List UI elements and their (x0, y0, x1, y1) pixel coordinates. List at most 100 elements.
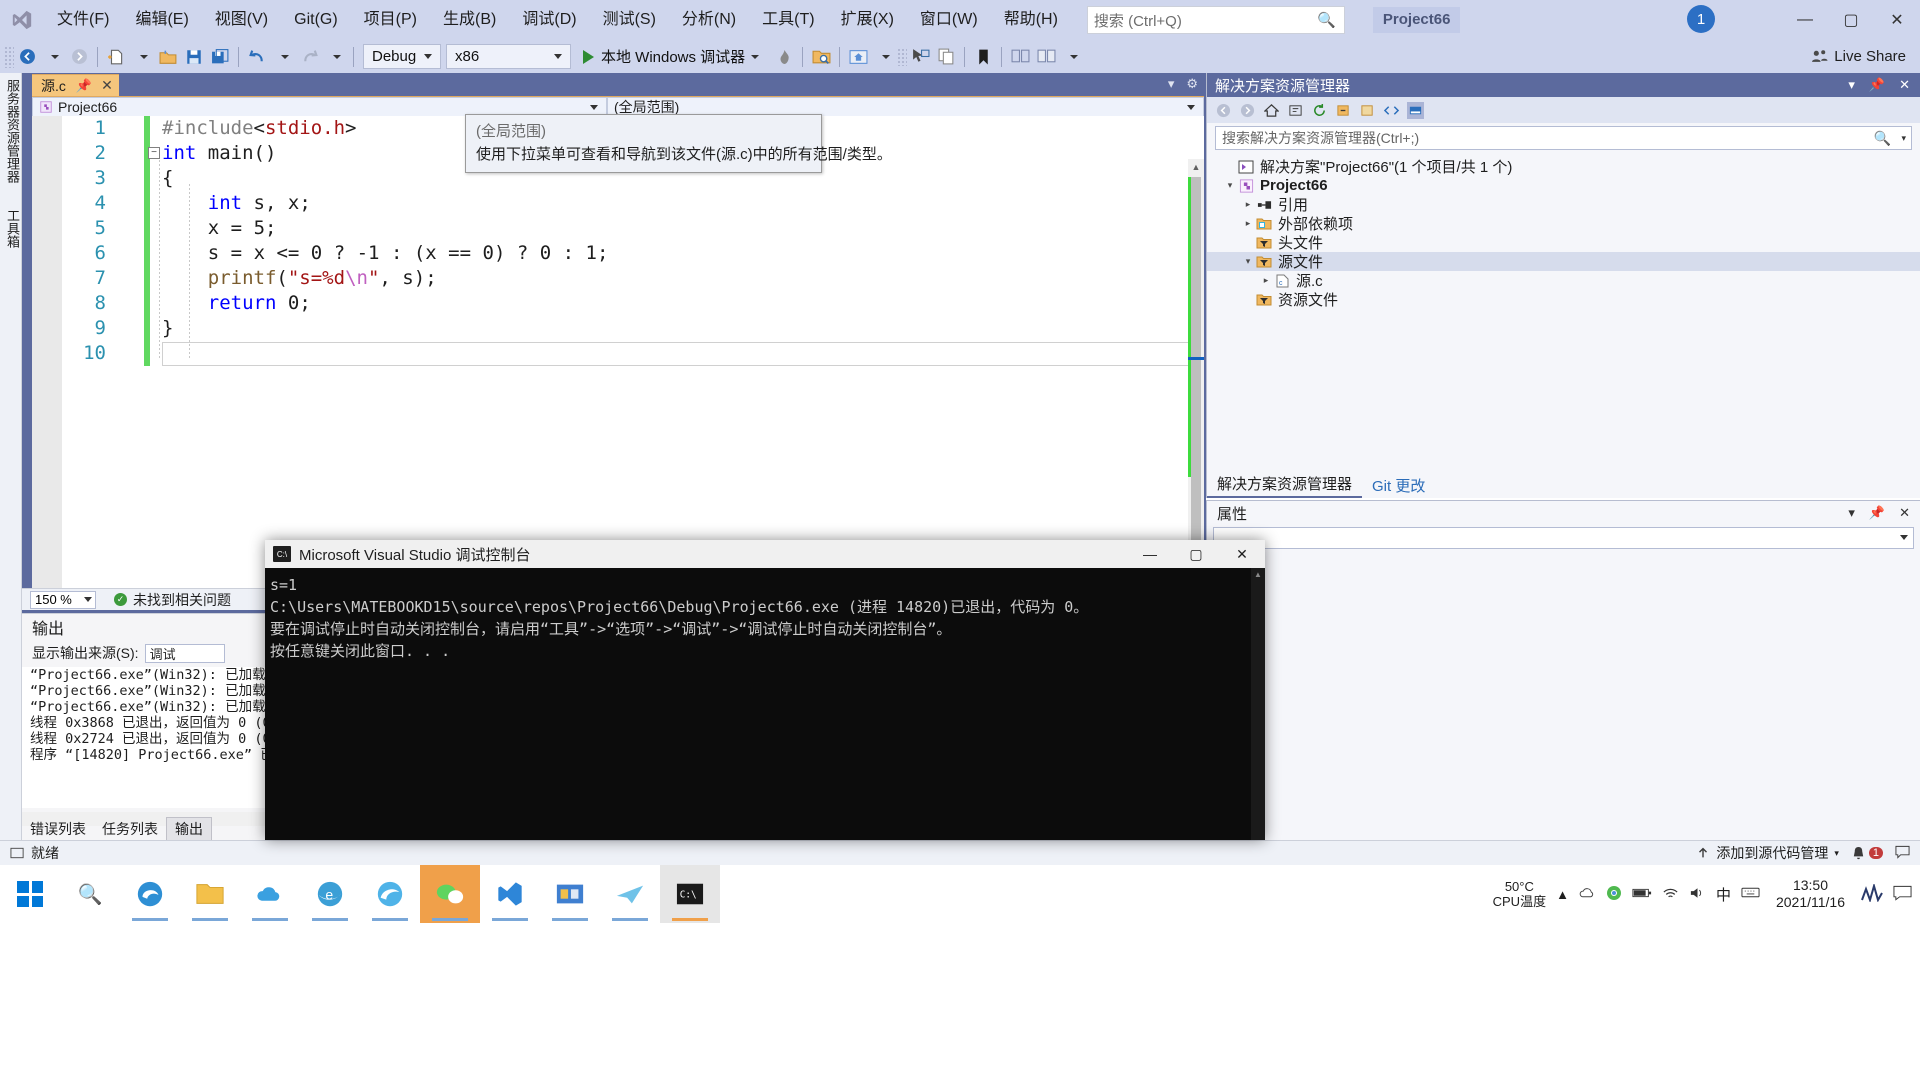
properties-pin-icon[interactable]: 📌 (1869, 505, 1885, 521)
chevron-down-icon-src[interactable]: ▾ (1834, 848, 1839, 859)
close-button[interactable]: ✕ (1874, 0, 1920, 40)
taskbar-app-internet-explorer[interactable]: e (300, 865, 360, 923)
undo-dropdown-icon[interactable] (270, 44, 296, 70)
save-all-icon[interactable] (207, 44, 233, 70)
menu-debug[interactable]: 调试(D) (509, 0, 589, 40)
home-page-icon[interactable] (845, 44, 871, 70)
minimize-button[interactable]: — (1782, 0, 1828, 40)
maximize-button[interactable]: ▢ (1828, 0, 1874, 40)
menu-window[interactable]: 窗口(W) (907, 0, 991, 40)
tab-list-dropdown-icon[interactable]: ▾ (1168, 76, 1175, 92)
tab-solution-explorer[interactable]: 解决方案资源管理器 (1207, 471, 1363, 498)
menu-test[interactable]: 测试(S) (590, 0, 669, 40)
taskbar-app-onedrive[interactable] (240, 865, 300, 923)
solution-configuration-combo[interactable]: Debug (363, 44, 441, 69)
tab-error-list[interactable]: 错误列表 (22, 818, 94, 840)
tree-arrow-collapsed-2[interactable]: ▸ (1241, 218, 1255, 229)
solution-platform-combo[interactable]: x86 (446, 44, 571, 69)
collapse-all-icon[interactable] (1335, 102, 1352, 119)
new-file-dropdown-icon[interactable] (129, 44, 155, 70)
menu-extensions[interactable]: 扩展(X) (828, 0, 907, 40)
taskbar-app-edge-legacy[interactable] (120, 865, 180, 923)
navigate-back-dropdown-icon[interactable] (40, 44, 66, 70)
menu-file[interactable]: 文件(F) (44, 0, 122, 40)
status-notifications[interactable]: 1 (1851, 846, 1883, 861)
tab-task-list[interactable]: 任务列表 (94, 818, 166, 840)
copy-reference-icon[interactable] (933, 44, 959, 70)
cpu-temperature-widget[interactable]: 50°C CPU温度 (1493, 879, 1546, 909)
output-source-combo[interactable]: 调试 (144, 643, 225, 663)
editor-vertical-scrollbar[interactable]: ▲ (1188, 159, 1204, 606)
menu-view[interactable]: 视图(V) (202, 0, 281, 40)
tree-row-solution[interactable]: 解决方案"Project66"(1 个项目/共 1 个) (1207, 157, 1920, 176)
menu-help[interactable]: 帮助(H) (991, 0, 1071, 40)
taskbar-app-wechat[interactable] (420, 865, 480, 923)
tree-arrow-collapsed[interactable]: ▸ (1241, 199, 1255, 210)
refresh-icon[interactable] (1311, 102, 1328, 119)
quick-search-input[interactable]: 搜索 (Ctrl+Q) 🔍 (1086, 6, 1345, 34)
select-pointer-icon[interactable] (907, 44, 933, 70)
properties-dropdown-icon[interactable]: ▾ (1848, 505, 1855, 521)
properties-window-icon[interactable] (1407, 101, 1424, 119)
tab-output[interactable]: 输出 (166, 817, 212, 840)
console-scroll-up-icon[interactable]: ▲ (1251, 568, 1265, 582)
new-file-icon[interactable] (103, 44, 129, 70)
collapse-region-icon[interactable]: − (148, 147, 160, 159)
open-file-icon[interactable] (155, 44, 181, 70)
status-feedback-icon[interactable] (1895, 845, 1910, 862)
console-scrollbar[interactable]: ▲ (1251, 568, 1265, 840)
tree-row-external-deps[interactable]: ▸ 外部依赖项 (1207, 214, 1920, 233)
tree-arrow-expanded[interactable]: ▾ (1223, 180, 1237, 191)
solution-name-chip[interactable]: Project66 (1372, 7, 1461, 33)
action-center-icon[interactable] (1893, 885, 1912, 904)
uncomment-block-icon[interactable] (1033, 44, 1059, 70)
pending-changes-icon[interactable] (1287, 102, 1304, 119)
properties-close-icon[interactable]: ✕ (1899, 505, 1910, 521)
toolbar-overflow-icon[interactable] (1059, 44, 1085, 70)
toolbar-grip-2[interactable] (897, 47, 908, 66)
tree-arrow-collapsed-3[interactable]: ▸ (1259, 275, 1273, 286)
taskbar-app-console[interactable]: C:\ (660, 865, 720, 923)
view-code-icon[interactable] (1383, 102, 1400, 119)
menu-git[interactable]: Git(G) (281, 0, 351, 40)
forward-icon[interactable] (1239, 102, 1256, 119)
tray-keyboard-icon[interactable] (1741, 886, 1760, 902)
taskbar-app-explorer[interactable] (180, 865, 240, 923)
dock-settings-gear-icon[interactable]: ⚙ (1186, 76, 1198, 92)
tree-row-references[interactable]: ▸ 引用 (1207, 195, 1920, 214)
save-icon[interactable] (181, 44, 207, 70)
tray-battery-icon[interactable] (1632, 887, 1652, 902)
tray-wifi-icon[interactable] (1662, 886, 1679, 903)
toolbar-grip[interactable] (4, 45, 14, 68)
document-tab-source-c[interactable]: 源.c 📌 ✕ (32, 74, 119, 96)
taskbar-app-store[interactable] (540, 865, 600, 923)
start-debugging-dropdown-icon[interactable] (751, 54, 760, 59)
console-maximize-button[interactable]: ▢ (1173, 540, 1219, 568)
back-icon[interactable] (1215, 102, 1232, 119)
solution-explorer-search-input[interactable]: 搜索解决方案资源管理器(Ctrl+;) 🔍 ▾ (1215, 126, 1912, 150)
tray-chart-icon[interactable] (1861, 881, 1883, 905)
redo-icon[interactable] (296, 44, 322, 70)
menu-edit[interactable]: 编辑(E) (122, 0, 201, 40)
menu-tools[interactable]: 工具(T) (749, 0, 827, 40)
pin-panel-icon[interactable]: 📌 (1869, 77, 1885, 93)
tray-volume-icon[interactable] (1689, 886, 1706, 903)
navigate-back-icon[interactable] (14, 44, 40, 70)
start-button[interactable] (0, 865, 60, 923)
bookmark-icon[interactable] (970, 44, 996, 70)
show-all-files-icon[interactable] (1359, 102, 1376, 119)
tree-row-header-files[interactable]: 头文件 (1207, 233, 1920, 252)
console-close-button[interactable]: ✕ (1219, 540, 1265, 568)
live-share-button[interactable]: Live Share (1811, 48, 1906, 65)
navigate-forward-icon[interactable] (66, 44, 92, 70)
close-tab-icon[interactable]: ✕ (101, 77, 113, 94)
home-icon[interactable] (1263, 102, 1280, 119)
start-debugging-button[interactable]: 本地 Windows 调试器 (577, 44, 765, 70)
add-to-source-control-button[interactable]: 添加到源代码管理 ▾ (1696, 843, 1839, 863)
undo-icon[interactable] (244, 44, 270, 70)
taskbar-search-button[interactable]: 🔍 (60, 865, 120, 923)
tree-row-resource-files[interactable]: 资源文件 (1207, 290, 1920, 309)
properties-object-combo[interactable] (1213, 527, 1914, 549)
hot-reload-icon[interactable] (771, 44, 797, 70)
scroll-up-icon[interactable]: ▲ (1188, 159, 1204, 175)
